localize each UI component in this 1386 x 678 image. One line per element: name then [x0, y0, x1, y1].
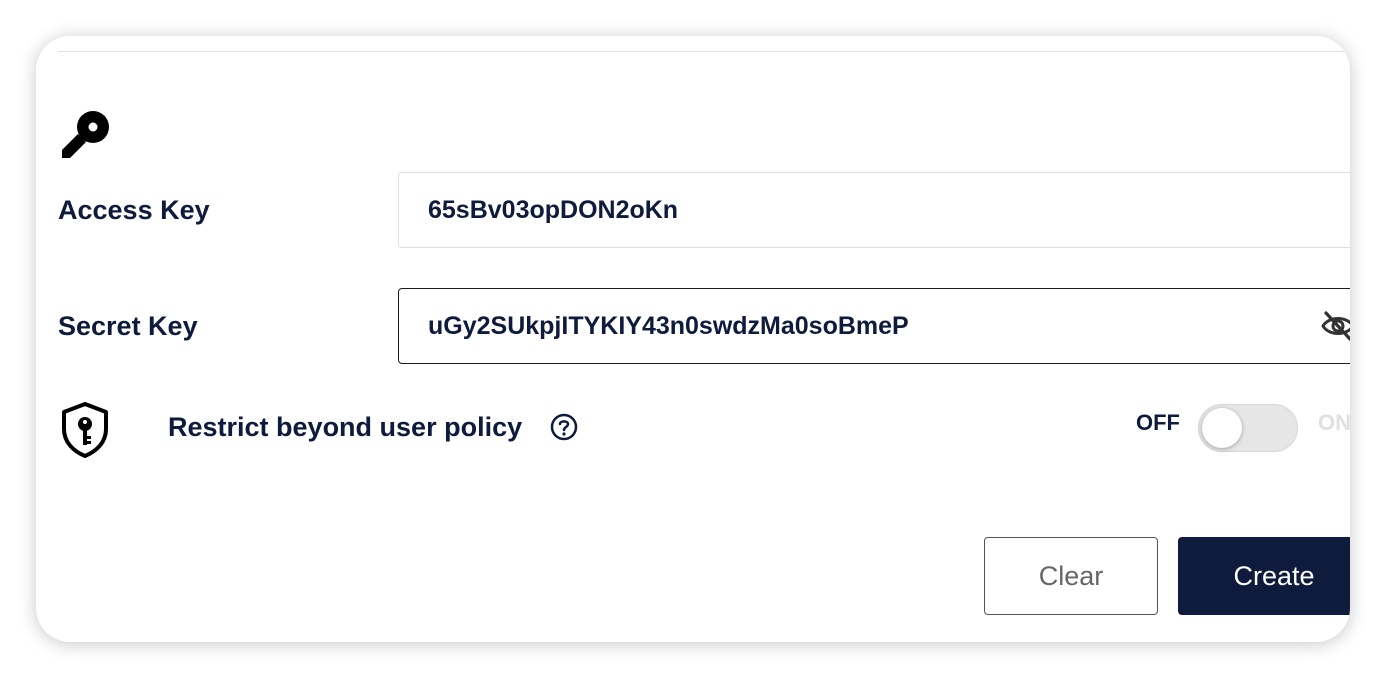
- secret-key-label: Secret Key: [58, 311, 198, 341]
- eye-off-icon[interactable]: [1320, 308, 1350, 344]
- access-key-input[interactable]: 65sBv03opDON2oKn: [398, 172, 1350, 248]
- toggle-knob: [1202, 408, 1242, 448]
- help-circle-icon[interactable]: [550, 413, 578, 441]
- clear-button[interactable]: Clear: [984, 537, 1158, 615]
- restrict-policy-label: Restrict beyond user policy: [168, 412, 523, 442]
- create-access-key-panel: Access Key 65sBv03opDON2oKn Secret Key u…: [36, 36, 1350, 642]
- create-button[interactable]: Create: [1178, 537, 1350, 615]
- access-key-value: 65sBv03opDON2oKn: [428, 195, 679, 224]
- key-icon: [62, 111, 109, 158]
- shield-key-icon: [62, 402, 108, 458]
- toggle-on-label: ON: [1318, 410, 1350, 435]
- top-divider: [58, 51, 1350, 52]
- secret-key-input[interactable]: uGy2SUkpjITYKIY43n0swdzMa0soBmeP: [398, 288, 1350, 364]
- secret-key-value: uGy2SUkpjITYKIY43n0swdzMa0soBmeP: [428, 311, 909, 340]
- restrict-policy-toggle[interactable]: [1198, 404, 1298, 452]
- toggle-off-label: OFF: [1136, 410, 1180, 435]
- access-key-label: Access Key: [58, 195, 210, 225]
